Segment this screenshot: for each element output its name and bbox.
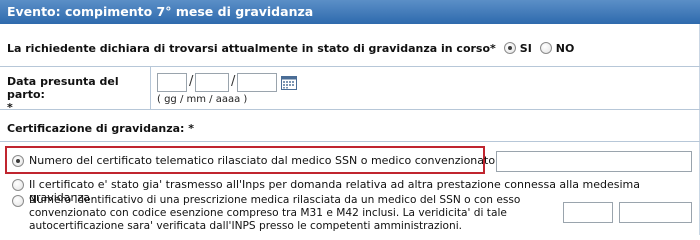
cert-option-prescription-radio[interactable] <box>12 195 24 207</box>
pregnancy-yes-radio[interactable] <box>503 42 516 54</box>
due-date-label-cell: Data presunta del parto: * <box>0 70 150 114</box>
due-date-year-input[interactable] <box>237 73 277 92</box>
cert-option-already-sent-radio[interactable] <box>12 179 24 191</box>
due-date-month-input[interactable] <box>195 73 229 92</box>
divider <box>0 109 700 110</box>
cert-option-prescription-label: Numero identificativo di una prescrizion… <box>29 194 521 232</box>
date-separator: / <box>189 74 194 89</box>
prescription-number-input-2[interactable] <box>619 202 692 223</box>
cert-option-telematic[interactable]: Numero del certificato telematico rilasc… <box>12 154 519 167</box>
pregnancy-event-form: Evento: compimento 7° mese di gravidanza… <box>0 0 700 235</box>
pregnancy-no-label: NO <box>555 41 575 55</box>
divider <box>0 66 700 67</box>
prescription-number-input-1[interactable] <box>563 202 613 223</box>
column-separator <box>150 66 151 109</box>
cert-option-prescription[interactable]: Numero identificativo di una prescrizion… <box>12 194 574 233</box>
cert-option-telematic-label: Numero del certificato telematico rilasc… <box>29 154 520 167</box>
date-separator: / <box>231 74 236 89</box>
cert-option-telematic-radio[interactable] <box>12 155 24 167</box>
certification-label: Certificazione di gravidanza: * <box>7 122 195 135</box>
date-format-hint: ( gg / mm / aaaa ) <box>157 94 248 105</box>
pregnancy-no-option[interactable]: NO <box>539 41 575 55</box>
divider <box>0 141 700 142</box>
calendar-icon[interactable] <box>281 75 297 90</box>
due-date-required-mark: * <box>7 101 13 114</box>
certificate-number-input[interactable] <box>496 151 692 172</box>
pregnancy-status-row: La richiedente dichiara di trovarsi attu… <box>0 34 700 62</box>
pregnancy-yes-label: SI <box>519 41 532 55</box>
pregnancy-question: La richiedente dichiara di trovarsi attu… <box>7 41 496 55</box>
due-date-day-input[interactable] <box>157 73 187 92</box>
pregnancy-no-radio[interactable] <box>539 42 552 54</box>
pregnancy-yes-option[interactable]: SI <box>503 41 532 55</box>
section-title: Evento: compimento 7° mese di gravidanza <box>0 0 700 24</box>
due-date-label: Data presunta del parto: <box>7 75 119 101</box>
